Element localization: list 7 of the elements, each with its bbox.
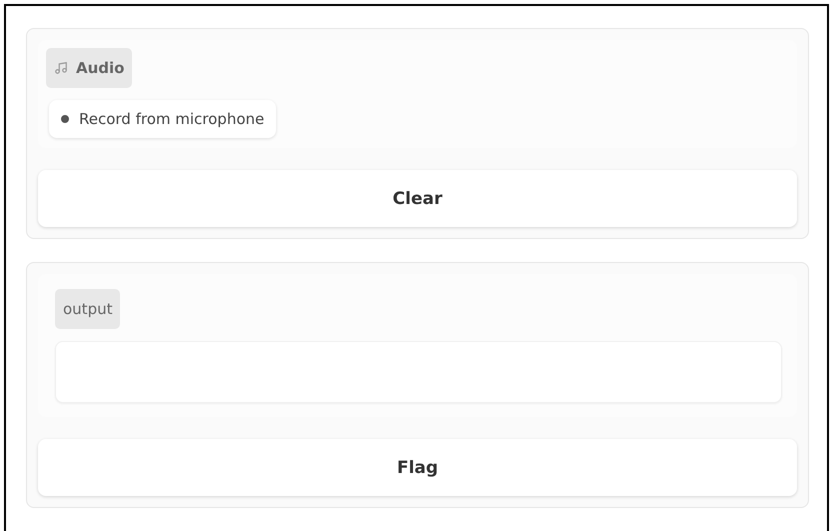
output-label: output [55,289,120,329]
source-option[interactable]: Record from microphone [49,100,276,138]
music-note-icon [54,61,68,75]
flag-button[interactable]: Flag [38,439,797,496]
radio-dot-icon [61,115,69,123]
clear-button[interactable]: Clear [38,170,797,227]
audio-label-text: Audio [76,59,124,77]
